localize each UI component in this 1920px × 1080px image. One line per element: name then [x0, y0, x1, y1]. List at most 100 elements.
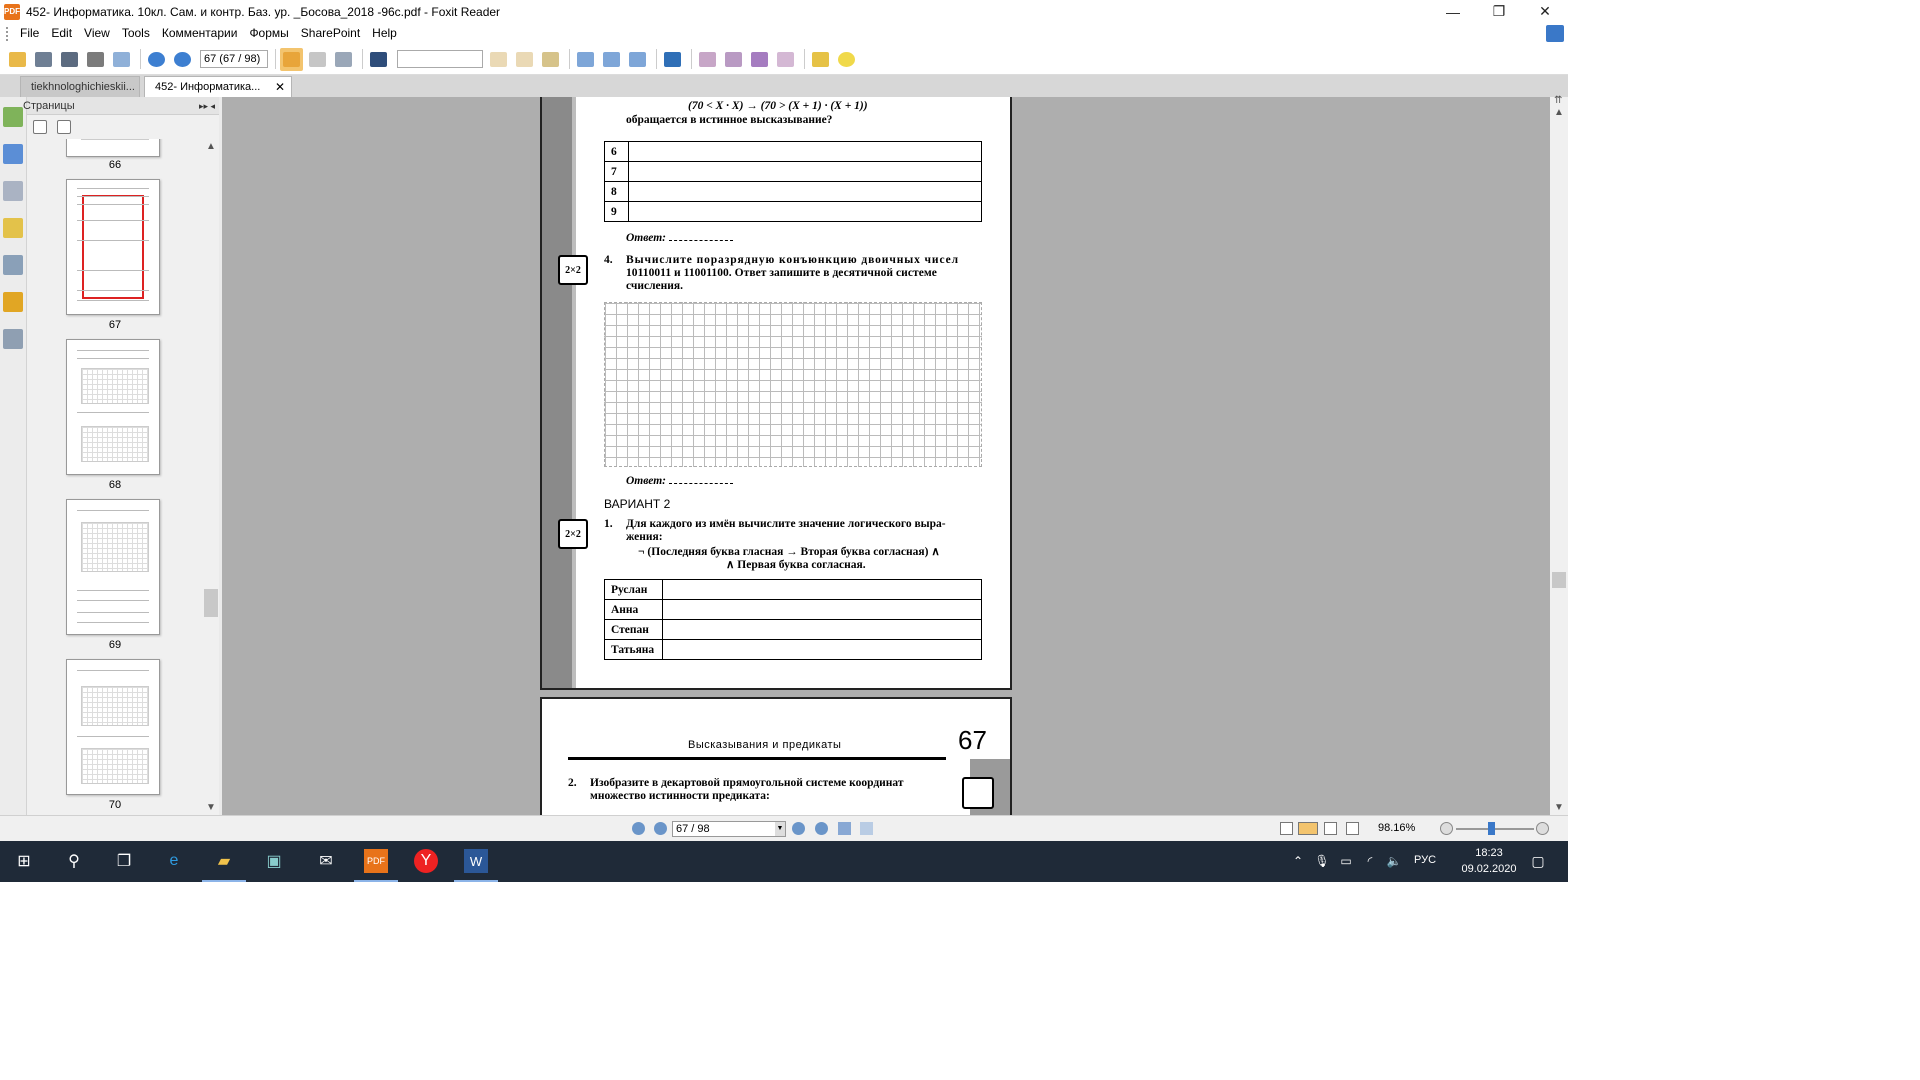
open-button[interactable]: [6, 48, 29, 71]
convert-button[interactable]: [722, 48, 745, 71]
task-view-icon[interactable]: ❐: [112, 849, 136, 873]
menu-edit[interactable]: Edit: [45, 23, 78, 44]
scroll-top-icon[interactable]: ⇈: [1554, 95, 1562, 106]
clock[interactable]: 18:23 09.02.2020: [1456, 845, 1522, 877]
yandex-browser-icon[interactable]: Y: [414, 849, 438, 873]
scroll-thumb[interactable]: [1552, 572, 1566, 588]
create-pdf-button[interactable]: [696, 48, 719, 71]
table-cell[interactable]: [628, 181, 982, 202]
tab-document-2[interactable]: 452- Информатика... ✕: [144, 76, 292, 97]
select-arrow-button[interactable]: [332, 48, 355, 71]
actual-size-button[interactable]: [574, 48, 597, 71]
menu-help[interactable]: Help: [366, 23, 403, 44]
notifications-icon[interactable]: ▢: [1526, 849, 1550, 873]
scroll-up-icon[interactable]: ▲: [206, 141, 216, 152]
page-thumbnail[interactable]: [66, 499, 160, 635]
find-next-button[interactable]: [513, 48, 536, 71]
next-page-button[interactable]: [171, 48, 194, 71]
word-icon[interactable]: W: [464, 849, 488, 873]
panel-collapse-icon[interactable]: ▸▸ ◂: [199, 97, 215, 115]
find-input[interactable]: [397, 50, 483, 68]
maximize-button[interactable]: ❐: [1476, 0, 1522, 23]
pdf-merge-button[interactable]: [774, 48, 797, 71]
scroll-down-icon[interactable]: ▼: [206, 802, 216, 813]
zoom-slider-knob[interactable]: [1488, 822, 1495, 835]
store-icon[interactable]: ▣: [262, 849, 286, 873]
next-page-icon[interactable]: [792, 822, 805, 835]
panel-scrollbar[interactable]: ▲ ▼: [203, 139, 219, 815]
hand-tool-button[interactable]: [280, 47, 303, 71]
windows-start-icon[interactable]: ⊞: [12, 849, 36, 873]
typewriter-button[interactable]: [809, 48, 832, 71]
menu-comments[interactable]: Комментарии: [156, 23, 244, 44]
chevron-down-icon[interactable]: ▼: [775, 822, 785, 836]
scroll-thumb[interactable]: [204, 589, 218, 617]
save-as-button[interactable]: [58, 48, 81, 71]
menu-forms[interactable]: Формы: [243, 23, 294, 44]
zoom-level[interactable]: 98.16%: [1378, 822, 1415, 834]
search-icon[interactable]: ⚲: [62, 849, 86, 873]
close-button[interactable]: ✕: [1522, 0, 1568, 23]
tab-document-1[interactable]: tiekhnologhichieskii...: [20, 76, 140, 97]
table-cell[interactable]: [662, 639, 982, 660]
security-icon[interactable]: [3, 292, 23, 312]
zoom-out-icon[interactable]: [1440, 822, 1453, 835]
table-cell[interactable]: [628, 141, 982, 162]
chevron-up-icon[interactable]: ⌃: [1286, 849, 1310, 873]
mail-icon[interactable]: ✉: [314, 849, 338, 873]
note-button[interactable]: [835, 48, 858, 71]
page-thumbnail[interactable]: [66, 139, 160, 157]
fit-page-button[interactable]: [600, 48, 623, 71]
previous-page-icon[interactable]: [654, 822, 667, 835]
battery-icon[interactable]: ▭: [1334, 849, 1358, 873]
menu-file[interactable]: File: [14, 23, 45, 44]
rotate-button[interactable]: [661, 48, 684, 71]
prev-page-button[interactable]: [145, 48, 168, 71]
zoom-slider[interactable]: [1456, 822, 1534, 835]
menu-sharepoint[interactable]: SharePoint: [295, 23, 366, 44]
select-text-button[interactable]: [306, 48, 329, 71]
zoom-in-icon[interactable]: [1536, 822, 1549, 835]
page-thumbnail[interactable]: [66, 339, 160, 475]
minimize-button[interactable]: —: [1430, 0, 1476, 23]
facing-pages-icon[interactable]: [1324, 822, 1337, 835]
language-indicator[interactable]: РУС: [1414, 854, 1436, 866]
zoom-in-thumbs-icon[interactable]: [33, 120, 47, 134]
scroll-down-icon[interactable]: ▼: [1554, 802, 1564, 813]
continuous-page-icon[interactable]: [1298, 822, 1318, 835]
find-prev-button[interactable]: [487, 48, 510, 71]
zoom-out-thumbs-icon[interactable]: [57, 120, 71, 134]
edge-browser-icon[interactable]: e: [162, 849, 186, 873]
document-scrollbar[interactable]: ⇈ ▲ ▼: [1550, 95, 1568, 815]
volume-icon[interactable]: 🔈: [1382, 849, 1406, 873]
scroll-up-icon[interactable]: ▲: [1554, 107, 1564, 118]
back-arrow-icon[interactable]: [838, 822, 851, 835]
page-number-input[interactable]: [200, 50, 268, 68]
table-cell[interactable]: [662, 579, 982, 600]
pages-icon[interactable]: [3, 144, 23, 164]
layers-icon[interactable]: [3, 181, 23, 201]
file-explorer-icon[interactable]: ▰: [212, 849, 236, 873]
attachments-icon[interactable]: [3, 255, 23, 275]
table-cell[interactable]: [628, 201, 982, 222]
search-options-button[interactable]: [539, 48, 562, 71]
menu-tools[interactable]: Tools: [116, 23, 156, 44]
table-cell[interactable]: [662, 619, 982, 640]
save-button[interactable]: [32, 48, 55, 71]
find-button[interactable]: [367, 48, 390, 71]
customize-icon[interactable]: [1546, 25, 1564, 42]
bookmarks-icon[interactable]: [3, 107, 23, 127]
print-button[interactable]: [84, 48, 107, 71]
fit-width-button[interactable]: [626, 48, 649, 71]
single-page-icon[interactable]: [1280, 822, 1293, 835]
table-cell[interactable]: [662, 599, 982, 620]
screenshot-button[interactable]: [110, 48, 133, 71]
signatures-icon[interactable]: [3, 329, 23, 349]
last-page-icon[interactable]: [815, 822, 828, 835]
comments-icon[interactable]: [3, 218, 23, 238]
menu-view[interactable]: View: [78, 23, 116, 44]
pdf-export-button[interactable]: [748, 48, 771, 71]
page-navigator[interactable]: 67 / 98 ▼: [672, 821, 786, 837]
page-thumbnail[interactable]: [66, 659, 160, 795]
foxit-reader-icon[interactable]: PDF: [364, 849, 388, 873]
